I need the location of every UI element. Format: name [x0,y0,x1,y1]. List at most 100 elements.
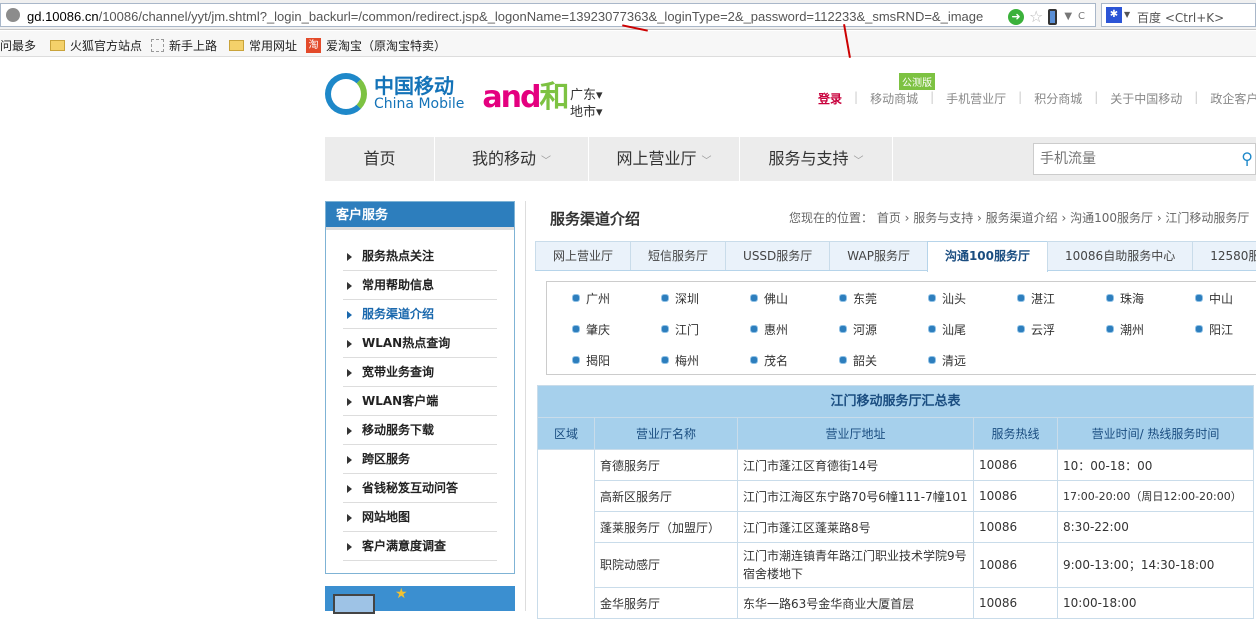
city-link[interactable]: 深圳 [661,290,699,307]
reload-icon[interactable]: C [1078,11,1085,22]
city-link[interactable]: 清远 [928,352,966,369]
url-text[interactable]: gd.10086.cn/10086/channel/yyt/jm.shtml?_… [27,9,983,24]
baidu-paw-icon[interactable]: ✱ [1106,7,1122,23]
channel-tabs: 网上营业厅 短信服务厅 USSD服务厅 WAP服务厅 沟通100服务厅 1008… [535,241,1256,272]
city-link[interactable]: 珠海 [1106,290,1144,307]
city-link[interactable]: 佛山 [750,290,788,307]
dropdown-icon[interactable]: ▼ [1064,11,1072,22]
sidebar-item-download[interactable]: 移动服务下载 [343,416,497,445]
chevron-down-icon: ﹀ [541,156,552,167]
tab-online-hall[interactable]: 网上营业厅 [535,241,632,270]
city-link[interactable]: 河源 [839,321,877,338]
city-link[interactable]: 汕尾 [928,321,966,338]
site-search: ⚲ [1033,143,1256,175]
tab-wap-hall[interactable]: WAP服务厅 [829,241,928,270]
tab-10086-self-service[interactable]: 10086自助服务中心 [1047,241,1194,270]
mobile-mall-link[interactable]: 移动商城 [870,90,918,107]
hotline-cell: 10086 [973,449,1058,481]
province-select[interactable]: 广东▾ [570,87,603,104]
search-engine-box[interactable]: ✱ ▼ 百度 <Ctrl+K> [1101,3,1256,27]
search-engine-label: 百度 <Ctrl+K> [1137,11,1225,25]
beta-badge: 公测版 [899,73,935,90]
china-mobile-globe-icon [325,73,367,115]
region-selector[interactable]: 广东▾ 地市▾ [570,87,603,121]
city-link[interactable]: 阳江 [1195,321,1233,338]
bookmark-most-visited[interactable]: 访问最多 [0,37,36,54]
sidebar-item-broadband[interactable]: 宽带业务查询 [343,358,497,387]
tab-ussd-hall[interactable]: USSD服务厅 [725,241,831,270]
table-row: 职院动感厅 江门市潮连镇青年路江门职业技术学院9号宿舍楼地下 10086 9:0… [538,542,1254,588]
city-link[interactable]: 云浮 [1017,321,1055,338]
mobile-hall-link[interactable]: 手机营业厅 [946,90,1006,107]
city-link[interactable]: 广州 [572,290,610,307]
region-cell [537,449,595,619]
points-mall-link[interactable]: 积分商城 [1034,90,1082,107]
go-icon[interactable]: ➜ [1007,8,1024,25]
logo-text-zh: 中国移动 [374,74,454,99]
hours-cell: 10：00-18：00 [1057,449,1254,481]
sidebar-item-faq[interactable]: 省钱秘笈互动问答 [343,474,497,503]
search-input[interactable] [1040,144,1240,172]
hotline-cell: 10086 [973,542,1058,588]
china-mobile-logo[interactable]: 中国移动 China Mobile and和 [325,72,569,116]
and-he-brand: and和 [482,80,569,115]
bookmark-getting-started[interactable]: 新手上路 [151,37,217,54]
chevron-down-icon: ﹀ [853,156,864,167]
hall-name-cell: 金华服务厅 [594,587,738,619]
city-link[interactable]: 韶关 [839,352,877,369]
sidebar-item-wlan-query[interactable]: WLAN热点查询 [343,329,497,358]
nav-online-hall[interactable]: 网上营业厅 ﹀ [589,137,740,181]
page-title: 服务渠道介绍 [550,210,641,228]
city-link[interactable]: 梅州 [661,352,699,369]
sidebar-item-hotspot[interactable]: 服务热点关注 [343,242,497,271]
city-select[interactable]: 地市▾ [570,104,603,121]
city-link[interactable]: 湛江 [1017,290,1055,307]
sidebar-item-help[interactable]: 常用帮助信息 [343,271,497,300]
city-link[interactable]: 揭阳 [572,352,610,369]
page-icon [151,39,164,52]
tab-sms-hall[interactable]: 短信服务厅 [630,241,727,270]
city-link[interactable]: 惠州 [750,321,788,338]
nav-service-support[interactable]: 服务与支持 ﹀ [740,137,893,181]
folder-icon [50,40,65,51]
chevron-down-icon: ﹀ [701,156,712,167]
hours-cell: 10:00-18:00 [1057,587,1254,619]
bookmark-star-icon[interactable]: ☆ [1029,7,1043,26]
hall-name-cell: 高新区服务厅 [594,480,738,512]
city-link[interactable]: 肇庆 [572,321,610,338]
city-link[interactable]: 中山 [1195,290,1233,307]
city-link[interactable]: 汕头 [928,290,966,307]
phone-icon[interactable] [1048,8,1058,25]
url-bar[interactable]: gd.10086.cn/10086/channel/yyt/jm.shtml?_… [0,3,1096,27]
bookmark-aitaobao[interactable]: 淘爱淘宝（原淘宝特卖） [306,37,446,54]
table-row: 金华服务厅 东华一路63号金华商业大厦首层 10086 10:00-18:00 [538,587,1254,619]
city-link[interactable]: 江门 [661,321,699,338]
city-link[interactable]: 东莞 [839,290,877,307]
sidebar-item-roaming[interactable]: 跨区服务 [343,445,497,474]
promo-banner[interactable]: ★ [325,586,515,614]
sidebar-item-survey[interactable]: 客户满意度调查 [343,532,497,561]
bookmark-common-urls[interactable]: 常用网址 [229,37,297,54]
hours-cell: 9:00-13:00；14:30-18:00 [1057,542,1254,588]
engine-dropdown-icon[interactable]: ▼ [1124,10,1130,19]
search-icon[interactable]: ⚲ [1241,149,1253,168]
nav-home[interactable]: 首页 [325,137,435,181]
login-link[interactable]: 登录 [818,90,842,107]
enterprise-link[interactable]: 政企客户 [1210,90,1256,107]
screen-icon [333,594,375,614]
nav-my-mobile[interactable]: 我的移动 ﹀ [435,137,589,181]
sidebar-item-channels[interactable]: 服务渠道介绍 [343,300,497,329]
col-header-hotline: 服务热线 [973,417,1058,450]
sidebar: 客户服务 服务热点关注 常用帮助信息 服务渠道介绍 WLAN热点查询 宽带业务查… [325,201,515,574]
about-link[interactable]: 关于中国移动 [1110,90,1182,107]
taobao-icon: 淘 [306,38,321,53]
tab-gt100-hall[interactable]: 沟通100服务厅 [926,241,1049,272]
bookmark-firefox[interactable]: 火狐官方站点 [50,37,142,54]
sidebar-item-wlan-client[interactable]: WLAN客户端 [343,387,497,416]
city-link[interactable]: 潮州 [1106,321,1144,338]
sidebar-item-sitemap[interactable]: 网站地图 [343,503,497,532]
tab-12580[interactable]: 12580服务 [1192,241,1256,270]
col-header-hours: 营业时间/ 热线服务时间 [1057,417,1254,450]
site-info-icon[interactable] [6,8,20,22]
city-link[interactable]: 茂名 [750,352,788,369]
